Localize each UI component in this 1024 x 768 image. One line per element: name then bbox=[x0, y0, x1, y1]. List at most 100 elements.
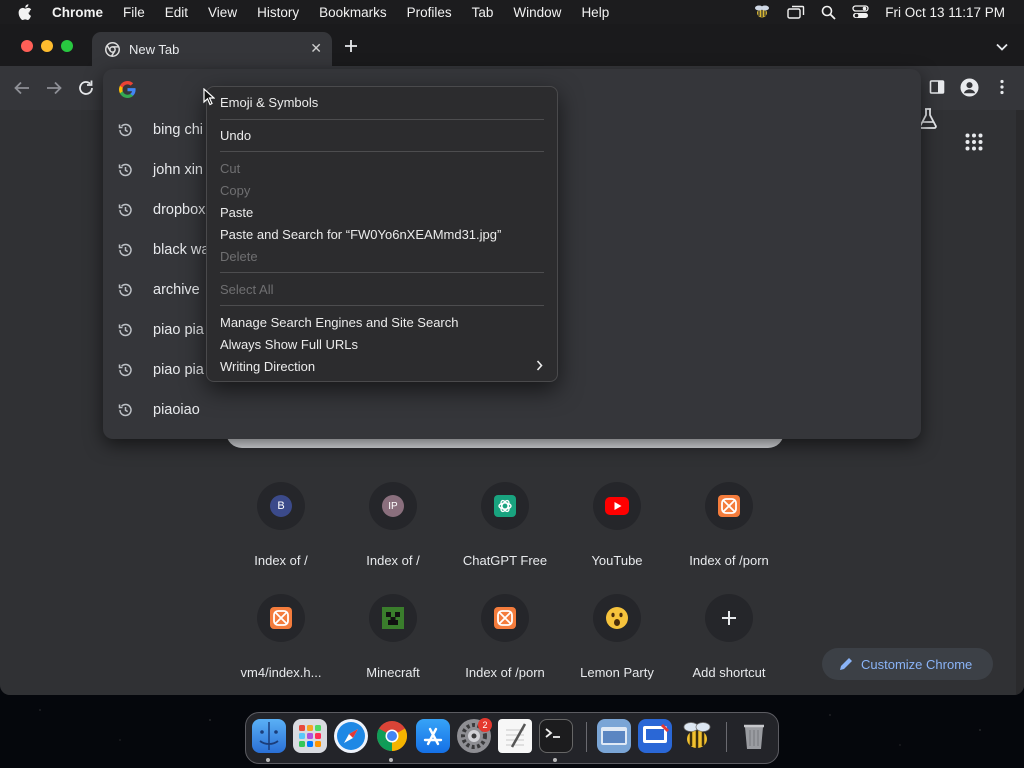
apple-icon[interactable] bbox=[18, 4, 38, 20]
screen-mirroring-icon[interactable] bbox=[787, 5, 805, 20]
menu-item-cut: Cut bbox=[220, 161, 241, 176]
suggestion-item[interactable]: piaoiao bbox=[103, 390, 921, 430]
letter-avatar-icon: IP bbox=[382, 495, 404, 517]
shortcut-label: Index of /porn bbox=[465, 665, 545, 680]
chrome-logo-icon bbox=[105, 41, 120, 57]
menu-tab[interactable]: Tab bbox=[472, 5, 494, 20]
xampp-logo-icon bbox=[494, 607, 516, 629]
tab-title: New Tab bbox=[129, 41, 180, 57]
shortcut-favicon bbox=[481, 594, 529, 642]
chrome-app-icon[interactable] bbox=[375, 719, 409, 753]
history-clock-icon bbox=[117, 282, 133, 298]
forward-arrow-icon[interactable] bbox=[45, 79, 63, 97]
suggestion-text: dropbox bbox=[153, 202, 206, 218]
menu-item-undo[interactable]: Undo bbox=[220, 127, 251, 145]
menu-item-always-show-full-urls[interactable]: Always Show Full URLs bbox=[220, 336, 358, 354]
textedit-notepad-icon[interactable] bbox=[498, 719, 532, 753]
menu-item-paste[interactable]: Paste bbox=[220, 204, 253, 222]
shortcut-tile[interactable]: Index of /porn bbox=[673, 482, 785, 568]
shortcut-favicon bbox=[593, 482, 641, 530]
shortcut-tile[interactable]: Index of /porn bbox=[449, 594, 561, 680]
chrome-menu-dots-icon[interactable] bbox=[999, 79, 1005, 95]
back-arrow-icon[interactable] bbox=[13, 79, 31, 97]
zoom-window-button[interactable] bbox=[61, 40, 73, 52]
youtube-logo-icon bbox=[605, 497, 629, 515]
history-clock-icon bbox=[117, 402, 133, 418]
submenu-chevron-right-icon bbox=[536, 359, 543, 374]
shortcut-label: YouTube bbox=[591, 553, 643, 568]
suggestion-text: piao pia bbox=[153, 322, 204, 338]
menu-profiles[interactable]: Profiles bbox=[407, 5, 452, 20]
shortcut-tile[interactable]: Lemon Party bbox=[561, 594, 673, 680]
preview-window-icon[interactable] bbox=[597, 719, 631, 753]
menu-bookmarks[interactable]: Bookmarks bbox=[319, 5, 387, 20]
xampp-logo-icon bbox=[270, 607, 292, 629]
shortcut-tile[interactable]: vm4/index.h... bbox=[225, 594, 337, 680]
bee-app-icon[interactable] bbox=[680, 719, 714, 753]
shortcut-favicon: B bbox=[257, 482, 305, 530]
menu-separator bbox=[220, 272, 544, 273]
add-shortcut-button[interactable]: Add shortcut bbox=[673, 594, 785, 680]
history-clock-icon bbox=[117, 202, 133, 218]
history-clock-icon bbox=[117, 162, 133, 178]
shortcut-label: Minecraft bbox=[366, 665, 420, 680]
page-scrollbar[interactable] bbox=[1016, 110, 1024, 695]
shortcut-favicon bbox=[369, 594, 417, 642]
letter-avatar-icon: B bbox=[270, 495, 292, 517]
spotlight-search-icon[interactable] bbox=[821, 5, 836, 20]
shortcut-tile[interactable]: Minecraft bbox=[337, 594, 449, 680]
menu-item-manage-search-engines[interactable]: Manage Search Engines and Site Search bbox=[220, 314, 459, 332]
context-menu: Emoji & Symbols Undo Cut Copy Paste Past… bbox=[206, 86, 558, 382]
shortcut-label: Index of / bbox=[254, 553, 308, 568]
menu-window[interactable]: Window bbox=[513, 5, 561, 20]
menu-edit[interactable]: Edit bbox=[165, 5, 188, 20]
tab-new-tab[interactable]: New Tab ✕ bbox=[92, 32, 332, 66]
shortcut-tile[interactable]: B Index of / bbox=[225, 482, 337, 568]
control-center-icon[interactable] bbox=[852, 5, 869, 19]
shortcut-favicon bbox=[705, 594, 753, 642]
history-clock-icon bbox=[117, 362, 133, 378]
google-apps-grid-icon[interactable] bbox=[965, 133, 983, 156]
menu-item-writing-direction[interactable]: Writing Direction bbox=[220, 358, 315, 376]
reload-icon[interactable] bbox=[77, 79, 95, 97]
shortcut-tile[interactable]: ChatGPT Free bbox=[449, 482, 561, 568]
menu-help[interactable]: Help bbox=[581, 5, 609, 20]
terminal-icon[interactable] bbox=[539, 719, 573, 753]
menu-view[interactable]: View bbox=[208, 5, 237, 20]
shortcut-favicon bbox=[481, 482, 529, 530]
suggestion-text: black wa bbox=[153, 242, 210, 258]
trash-can-icon[interactable] bbox=[737, 719, 771, 753]
shortcut-tile[interactable]: YouTube bbox=[561, 482, 673, 568]
safari-compass-icon[interactable] bbox=[334, 719, 368, 753]
menu-separator bbox=[220, 305, 544, 306]
running-indicator bbox=[266, 758, 270, 762]
minimize-window-button[interactable] bbox=[41, 40, 53, 52]
tab-search-chevron-icon[interactable] bbox=[996, 38, 1008, 56]
shortcut-favicon bbox=[705, 482, 753, 530]
app-store-icon[interactable] bbox=[416, 719, 450, 753]
launchpad-icon[interactable] bbox=[293, 719, 327, 753]
menu-item-copy: Copy bbox=[220, 183, 251, 198]
new-tab-plus-icon[interactable] bbox=[344, 36, 358, 59]
shortcut-label: ChatGPT Free bbox=[462, 553, 548, 568]
suggestion-text: archive bbox=[153, 282, 200, 298]
menubar-clock[interactable]: Fri Oct 13 11:17 PM bbox=[885, 5, 1005, 20]
menu-app-name[interactable]: Chrome bbox=[52, 5, 103, 20]
screen-sharing-icon[interactable] bbox=[638, 719, 672, 753]
profile-avatar-icon[interactable] bbox=[960, 78, 979, 97]
menu-history[interactable]: History bbox=[257, 5, 299, 20]
close-window-button[interactable] bbox=[21, 40, 33, 52]
shortcut-tile[interactable]: IP Index of / bbox=[337, 482, 449, 568]
menu-item-paste-and-search[interactable]: Paste and Search for “FW0Yo6nXEAMmd31.jp… bbox=[220, 226, 501, 244]
finder-icon[interactable] bbox=[252, 719, 286, 753]
customize-chrome-button[interactable]: Customize Chrome bbox=[822, 648, 993, 680]
customize-chrome-label: Customize Chrome bbox=[861, 656, 973, 672]
menu-item-emoji-symbols[interactable]: Emoji & Symbols bbox=[220, 94, 318, 112]
shortcut-label: Index of / bbox=[366, 553, 420, 568]
tab-close-icon[interactable]: ✕ bbox=[310, 40, 322, 57]
bee-status-icon[interactable] bbox=[753, 4, 771, 20]
side-panel-icon[interactable] bbox=[929, 79, 945, 95]
labs-flask-icon[interactable] bbox=[918, 107, 938, 134]
running-indicator bbox=[389, 758, 393, 762]
menu-file[interactable]: File bbox=[123, 5, 145, 20]
